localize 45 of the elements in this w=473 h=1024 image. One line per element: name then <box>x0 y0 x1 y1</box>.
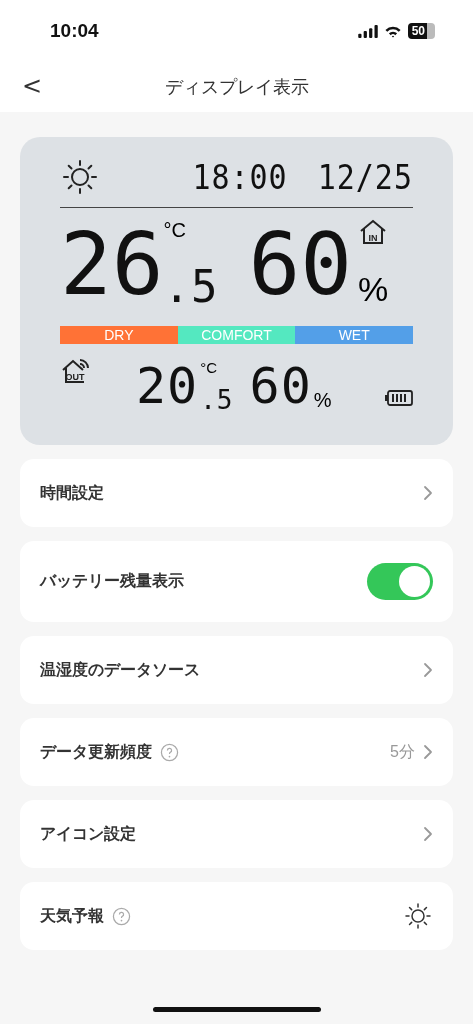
unit-label: % <box>358 270 389 309</box>
setting-label: データ更新頻度 <box>40 741 152 762</box>
battery-indicator: 50 <box>407 23 435 39</box>
settings-row[interactable]: データ更新頻度 5分 <box>20 718 453 786</box>
chevron-icon <box>423 662 433 678</box>
setting-label: 温湿度のデータソース <box>40 659 200 680</box>
display-date: 12/25 <box>317 157 413 197</box>
unit-label: % <box>313 389 332 412</box>
outdoor-humidity: 60 <box>249 358 312 414</box>
indoor-temperature: 26 <box>60 216 164 312</box>
setting-label: 天気予報 <box>40 905 104 926</box>
outdoor-temperature: 20 <box>136 358 199 414</box>
settings-row[interactable]: 天気予報 <box>20 882 453 950</box>
indoor-house-badge: IN <box>358 219 389 245</box>
setting-label: バッテリー残量表示 <box>40 571 184 591</box>
unit-label: °C <box>163 219 186 242</box>
toggle-switch[interactable] <box>367 563 433 600</box>
sun-icon <box>60 157 100 197</box>
comfort-scale-segment: WET <box>295 326 413 344</box>
indoor-humidity: 60 <box>248 216 353 312</box>
chevron-icon <box>423 744 433 760</box>
sun-icon <box>403 901 433 931</box>
status-time: 10:04 <box>50 20 99 42</box>
help-icon[interactable] <box>160 742 179 762</box>
help-icon[interactable] <box>112 906 131 926</box>
setting-value: 5分 <box>390 741 415 762</box>
chevron-icon <box>423 485 433 501</box>
signal-icon <box>357 24 378 38</box>
settings-row[interactable]: アイコン設定 <box>20 800 453 868</box>
display-time: 18:00 <box>192 157 288 197</box>
battery-icon <box>385 390 413 406</box>
unit-label: °C <box>200 359 218 376</box>
wifi-icon <box>383 24 402 38</box>
chevron-icon <box>423 826 433 842</box>
setting-label: 時間設定 <box>40 482 104 503</box>
temperature-decimal: .5 <box>200 387 234 413</box>
comfort-scale-segment: COMFORT <box>177 326 296 344</box>
temperature-decimal: .5 <box>163 265 219 309</box>
settings-row[interactable]: 時間設定 <box>20 459 453 527</box>
page-title: ディスプレイ表示 <box>164 76 309 99</box>
setting-label: アイコン設定 <box>40 823 136 844</box>
back-button[interactable]: < <box>16 72 49 100</box>
comfort-scale-segment: DRY <box>60 326 178 344</box>
settings-row[interactable]: 温湿度のデータソース <box>20 636 453 704</box>
settings-row[interactable]: バッテリー残量表示 <box>20 541 453 622</box>
